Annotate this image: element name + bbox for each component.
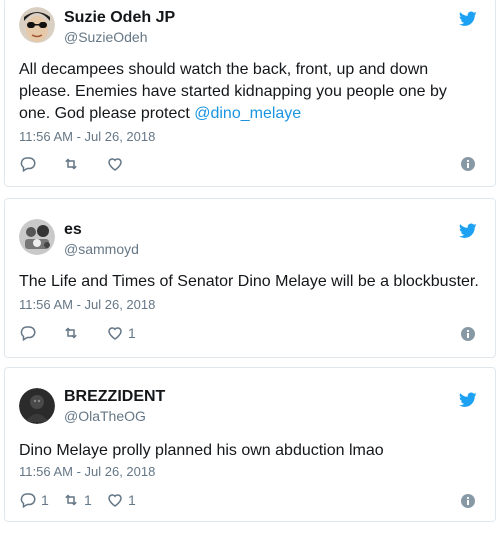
tweet-text-body: Dino Melaye prolly planned his own abduc…	[19, 442, 384, 459]
like-button[interactable]: 1	[106, 323, 136, 343]
heart-icon	[108, 327, 122, 340]
tweet-card: es @sammoyd The Life and Times of Senato…	[4, 198, 496, 358]
retweet-button[interactable]	[62, 154, 84, 174]
tweet-actions: 1 1 1	[19, 490, 219, 510]
info-icon[interactable]	[461, 494, 475, 508]
tweet-timestamp[interactable]: 11:56 AM - Jul 26, 2018	[19, 297, 155, 312]
tweet-timestamp[interactable]: 11:56 AM - Jul 26, 2018	[19, 129, 155, 144]
reply-button[interactable]	[19, 323, 41, 343]
like-count: 1	[128, 492, 136, 508]
reply-button[interactable]: 1	[19, 490, 49, 510]
tweet-text: Dino Melaye prolly planned his own abduc…	[19, 440, 479, 462]
tweet-text: The Life and Times of Senator Dino Melay…	[19, 271, 479, 293]
like-button[interactable]	[106, 154, 128, 174]
tweet-actions: 1	[19, 323, 219, 343]
author-name[interactable]: BREZZIDENT	[64, 388, 165, 406]
reply-icon	[20, 326, 36, 342]
reply-button[interactable]	[19, 154, 41, 174]
like-button[interactable]: 1	[106, 490, 136, 510]
avatar[interactable]	[19, 388, 55, 424]
avatar[interactable]	[19, 7, 55, 43]
retweet-icon	[65, 327, 77, 339]
author-handle[interactable]: @SuzieOdeh	[64, 29, 147, 45]
info-icon[interactable]	[461, 157, 475, 171]
reply-icon	[20, 493, 36, 509]
retweet-icon	[65, 158, 77, 170]
retweet-button[interactable]: 1	[62, 490, 92, 510]
avatar[interactable]	[19, 219, 55, 255]
mention-link[interactable]: @dino_melaye	[194, 105, 301, 122]
reply-count: 1	[41, 492, 49, 508]
heart-icon	[108, 158, 122, 171]
twitter-bird-icon[interactable]	[459, 392, 477, 408]
author-handle[interactable]: @sammoyd	[64, 241, 139, 257]
tweet-timestamp[interactable]: 11:56 AM - Jul 26, 2018	[19, 464, 155, 479]
heart-icon	[108, 494, 122, 507]
like-count: 1	[128, 325, 136, 341]
info-icon[interactable]	[461, 327, 475, 341]
twitter-bird-icon[interactable]	[459, 223, 477, 239]
retweet-button[interactable]	[62, 323, 84, 343]
twitter-bird-icon[interactable]	[459, 11, 477, 27]
author-handle[interactable]: @OlaTheOG	[64, 408, 146, 424]
tweet-text: All decampees should watch the back, fro…	[19, 59, 479, 125]
tweet-actions	[19, 154, 219, 174]
reply-icon	[20, 157, 36, 173]
tweet-text-body: The Life and Times of Senator Dino Melay…	[19, 273, 479, 290]
author-name[interactable]: es	[64, 221, 82, 239]
tweet-card: Suzie Odeh JP @SuzieOdeh All decampees s…	[4, 0, 496, 187]
retweet-count: 1	[84, 492, 92, 508]
retweet-icon	[65, 494, 77, 506]
tweet-card: BREZZIDENT @OlaTheOG Dino Melaye prolly …	[4, 367, 496, 522]
author-name[interactable]: Suzie Odeh JP	[64, 9, 175, 27]
